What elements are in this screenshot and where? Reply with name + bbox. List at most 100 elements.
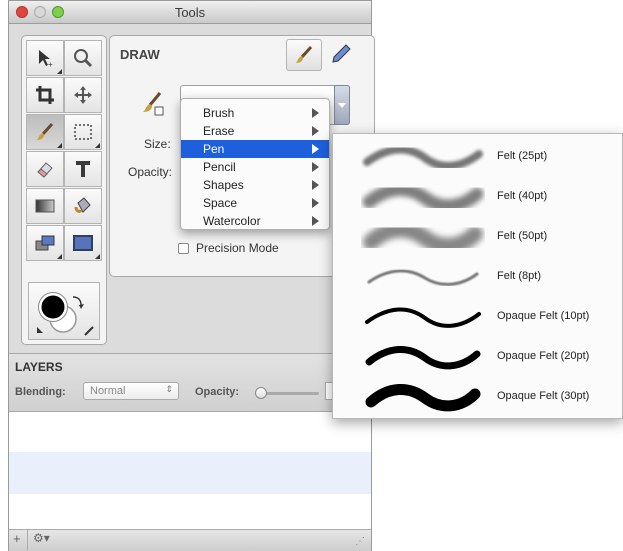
preset-opaque-felt-20[interactable]: Opaque Felt (20pt) bbox=[333, 338, 622, 378]
menu-item-label: Pencil bbox=[203, 160, 236, 174]
gradient-icon bbox=[35, 199, 55, 213]
submenu-arrow-icon bbox=[312, 216, 319, 226]
brush-category-menu: Brush Erase Pen Pencil Shapes Space Wate… bbox=[180, 98, 330, 230]
arrow-cursor-icon: + bbox=[39, 50, 53, 69]
soft-stroke-preview-icon bbox=[363, 145, 483, 170]
draw-tool-button[interactable] bbox=[26, 114, 64, 150]
layers-list[interactable] bbox=[9, 411, 371, 530]
svg-text:+: + bbox=[48, 60, 53, 69]
menu-item-watercolor[interactable]: Watercolor bbox=[181, 212, 329, 230]
submenu-arrow-icon bbox=[312, 144, 319, 154]
submenu-arrow-icon bbox=[312, 198, 319, 208]
preset-label: Opaque Felt (30pt) bbox=[497, 390, 590, 402]
soft-stroke-preview-icon bbox=[367, 269, 479, 286]
tools-window: Tools + DRAW Size: Opacity: Precision Mo… bbox=[8, 0, 375, 551]
paint-bucket-icon bbox=[74, 197, 91, 213]
menu-item-label: Watercolor bbox=[203, 214, 261, 228]
paintbrush-icon bbox=[296, 45, 313, 63]
submenu-arrow-icon bbox=[312, 180, 319, 190]
layers-bottom-bar: + ⚙▾ ⋰ bbox=[9, 529, 371, 551]
solid-stroke-preview-icon bbox=[365, 383, 481, 412]
marquee-selection-icon bbox=[74, 124, 92, 140]
brush-mode-button[interactable] bbox=[286, 39, 322, 71]
menu-item-pencil[interactable]: Pencil bbox=[181, 158, 329, 176]
move-tool-button[interactable] bbox=[64, 77, 102, 113]
soft-stroke-preview-icon bbox=[362, 182, 484, 213]
pen-mode-button[interactable] bbox=[324, 39, 358, 69]
layer-tool-button[interactable] bbox=[26, 225, 64, 261]
paintbrush-icon bbox=[37, 122, 54, 140]
eraser-tool-button[interactable] bbox=[26, 151, 64, 187]
draw-panel-heading: DRAW bbox=[120, 47, 160, 62]
gradient-tool-button[interactable] bbox=[26, 188, 64, 224]
add-layer-icon[interactable]: + bbox=[13, 531, 21, 546]
preset-felt-40[interactable]: Felt (40pt) bbox=[333, 178, 622, 218]
text-tool-button[interactable] bbox=[64, 151, 102, 187]
soft-stroke-preview-icon bbox=[363, 221, 483, 254]
size-label: Size: bbox=[144, 137, 171, 151]
move-arrows-icon bbox=[74, 86, 92, 104]
menu-item-label: Space bbox=[203, 196, 238, 210]
preset-label: Opaque Felt (10pt) bbox=[497, 310, 590, 322]
preset-opaque-felt-10[interactable]: Opaque Felt (10pt) bbox=[333, 298, 622, 338]
color-swatches-icon bbox=[37, 292, 94, 336]
window-title: Tools bbox=[174, 5, 206, 20]
preset-label: Opaque Felt (20pt) bbox=[497, 350, 590, 362]
menu-item-shapes[interactable]: Shapes bbox=[181, 176, 329, 194]
solid-stroke-preview-icon bbox=[365, 345, 481, 370]
canvas-tool-button[interactable] bbox=[64, 225, 102, 261]
preset-felt-8[interactable]: Felt (8pt) bbox=[333, 258, 622, 298]
precision-mode-label: Precision Mode bbox=[196, 241, 279, 255]
updown-icon: ⇕ bbox=[165, 384, 173, 394]
pencil-icon bbox=[332, 44, 351, 63]
color-well[interactable] bbox=[28, 282, 100, 340]
pen-preset-submenu: Felt (25pt) Felt (40pt) Felt (50pt) Felt… bbox=[332, 133, 623, 419]
preset-dropdown-button[interactable] bbox=[334, 85, 350, 125]
preset-label: Felt (25pt) bbox=[497, 150, 548, 162]
blending-label: Blending: bbox=[15, 386, 66, 398]
brush-preset-icon-slot bbox=[140, 90, 168, 121]
blending-select[interactable]: Normal ⇕ bbox=[83, 382, 179, 400]
preset-label: Felt (50pt) bbox=[497, 230, 548, 242]
layer-row[interactable] bbox=[9, 452, 371, 494]
crop-tool-button[interactable] bbox=[26, 77, 64, 113]
text-t-icon bbox=[76, 161, 90, 177]
menu-item-label: Pen bbox=[203, 142, 225, 156]
menu-item-brush[interactable]: Brush bbox=[181, 104, 329, 122]
layers-header: LAYERS Blending: Normal ⇕ Opacity: bbox=[9, 353, 371, 412]
brush-with-square-icon bbox=[143, 92, 164, 116]
crop-icon bbox=[36, 86, 54, 104]
tool-palette: + bbox=[21, 35, 107, 345]
resize-grip-icon[interactable]: ⋰ bbox=[355, 536, 365, 547]
title-bar[interactable]: Tools bbox=[9, 1, 371, 24]
fill-tool-button[interactable] bbox=[64, 188, 102, 224]
eraser-icon bbox=[37, 162, 53, 178]
preset-felt-50[interactable]: Felt (50pt) bbox=[333, 218, 622, 258]
opacity-label: Opacity: bbox=[128, 165, 173, 179]
submenu-arrow-icon bbox=[312, 108, 319, 118]
menu-item-pen[interactable]: Pen bbox=[181, 140, 329, 158]
marquee-tool-button[interactable] bbox=[64, 114, 102, 150]
menu-item-label: Shapes bbox=[203, 178, 244, 192]
chevron-down-icon bbox=[338, 103, 346, 108]
preset-label: Felt (40pt) bbox=[497, 190, 548, 202]
preset-felt-25[interactable]: Felt (25pt) bbox=[333, 138, 622, 178]
zoom-tool-button[interactable] bbox=[64, 40, 102, 76]
divider bbox=[27, 530, 28, 550]
menu-item-erase[interactable]: Erase bbox=[181, 122, 329, 140]
layers-heading: LAYERS bbox=[15, 360, 63, 374]
solid-stroke-preview-icon bbox=[365, 307, 481, 328]
preset-opaque-felt-30[interactable]: Opaque Felt (30pt) bbox=[333, 378, 622, 418]
layer-opacity-slider-knob[interactable] bbox=[255, 387, 267, 399]
menu-item-space[interactable]: Space bbox=[181, 194, 329, 212]
submenu-arrow-icon bbox=[312, 126, 319, 136]
select-tool-button[interactable]: + bbox=[26, 40, 64, 76]
layer-opacity-label: Opacity: bbox=[195, 386, 240, 398]
gear-icon[interactable]: ⚙▾ bbox=[33, 531, 50, 545]
submenu-arrow-icon bbox=[312, 162, 319, 172]
menu-item-label: Brush bbox=[203, 106, 235, 120]
precision-mode-checkbox[interactable] bbox=[178, 243, 189, 254]
blending-value: Normal bbox=[90, 385, 126, 397]
magnifier-icon bbox=[74, 49, 93, 68]
layers-stack-icon bbox=[35, 235, 55, 251]
